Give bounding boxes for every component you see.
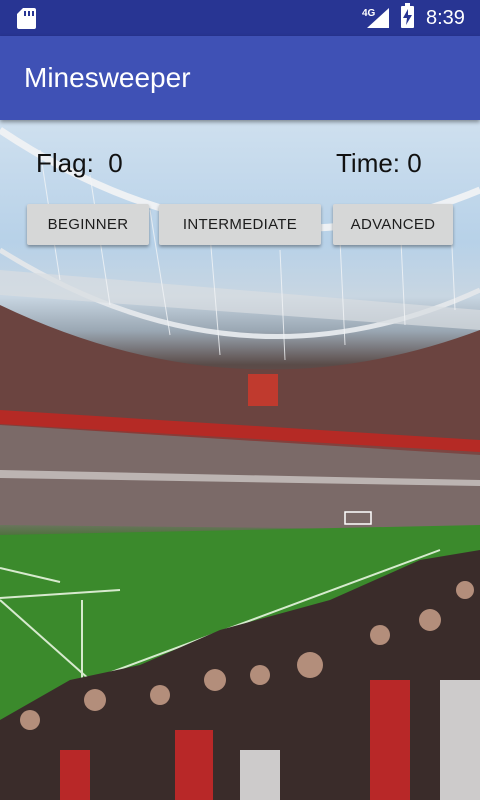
flag-counter: Flag: 0	[36, 148, 123, 179]
flag-count: 0	[108, 148, 123, 178]
battery-charging-icon	[401, 3, 414, 28]
beginner-button[interactable]: BEGINNER	[27, 204, 149, 245]
time-count: 0	[407, 148, 422, 178]
game-screen: Flag: 0 Time: 0 BEGINNER INTERMEDIATE AD…	[0, 120, 480, 800]
advanced-button[interactable]: ADVANCED	[333, 204, 453, 245]
app-title: Minesweeper	[24, 62, 191, 93]
app-bar: Minesweeper	[0, 36, 480, 120]
status-bar: 4G 8:39	[0, 0, 480, 36]
status-time: 8:39	[426, 7, 465, 29]
time-counter: Time: 0	[336, 148, 422, 179]
flag-label: Flag:	[36, 148, 94, 178]
signal-icon	[367, 8, 389, 28]
sd-card-icon	[17, 8, 36, 29]
time-label: Time:	[336, 148, 401, 178]
intermediate-button[interactable]: INTERMEDIATE	[159, 204, 321, 245]
